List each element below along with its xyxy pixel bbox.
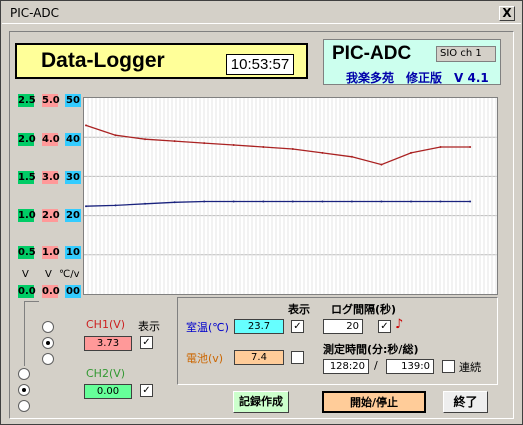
readings-show-label: 表示 [288,303,310,316]
series-point-2 [410,200,412,203]
logger-title: Data-Logger [41,49,165,72]
series-point-2 [232,200,235,203]
axis-zero-1: 0.0 [18,285,36,298]
series-point-1 [173,140,176,143]
series-point-2 [291,200,294,203]
start-stop-button[interactable]: 開始/停止 [322,391,426,413]
brand-panel: PIC-ADC SIO ch 1 我楽多苑 修正版 V 4.1 [323,39,501,85]
record-button[interactable]: 記録作成 [233,391,289,413]
series-point-1 [144,138,147,141]
ch1-radio-mid[interactable] [42,337,54,349]
ch2-label: CH2(V) [86,367,126,380]
axis-tick: 3.0 [42,171,60,184]
time-separator: / [374,359,378,372]
axis-tick: 50 [65,94,81,107]
axis-tick: 1.0 [42,246,60,259]
series-point-1 [439,146,442,148]
battery-label: 電池(v) [186,352,224,365]
axis-tick: 10 [65,246,81,259]
ch1-label: CH1(V) [86,318,126,331]
elapsed-time: 128:20 [323,359,369,374]
series-point-1 [232,144,235,146]
log-interval-label: ログ間隔(秒) [331,303,397,316]
title-bar[interactable]: PIC-ADC X [2,2,521,24]
clock-display: 10:53:57 [226,54,294,75]
log-interval-input[interactable]: 20 [323,319,363,334]
close-button[interactable]: X [499,6,515,21]
axis-tick: 0.5 [18,246,36,259]
note-icon: ♪ [395,317,404,332]
series-point-2 [144,202,147,205]
ch2-radio-mid[interactable] [18,384,30,396]
room-temp-value: 23.7 [234,319,284,334]
series-point-1 [350,155,353,158]
chart-area [83,97,498,295]
ch1-radio-top[interactable] [42,321,54,333]
series-point-2 [321,200,324,203]
series-point-2 [173,201,176,204]
ch2-show-checkbox[interactable]: ✓ [140,384,153,397]
log-interval-checkbox[interactable]: ✓ [378,320,391,333]
series-point-1 [291,148,294,150]
version-label: 我楽多苑 修正版 V 4.1 [346,71,489,85]
axis-zero-2: 0.0 [42,285,60,298]
ch1-show-checkbox[interactable]: ✓ [140,336,153,349]
brand-title: PIC-ADC [332,43,412,64]
ch1-value: 3.73 [84,336,132,351]
series-point-2 [350,200,353,203]
series-point-2 [85,205,87,208]
axis-tick: 2.0 [18,133,36,146]
axis-tick: 40 [65,133,81,146]
axis-unit-2: V [45,269,52,280]
sio-channel: SIO ch 1 [436,46,496,62]
series-point-2 [380,200,383,203]
series-point-1 [380,163,383,166]
series-point-1 [469,146,472,148]
axis-tick: 4.0 [42,133,60,146]
continuous-label: 連続 [459,361,481,374]
series-point-2 [439,200,442,203]
series-point-2 [469,200,472,203]
series-point-2 [262,200,265,203]
room-temp-label: 室温(℃) [186,321,229,334]
total-time-input[interactable]: 139:0 [386,359,434,374]
ch1-radio-bottom[interactable] [42,353,54,365]
axis-tick: 5.0 [42,94,60,107]
axis-unit-3: ℃/v [59,269,80,280]
channel-selector-outline [24,301,39,366]
axis-zero-3: 00 [65,285,81,298]
series-point-1 [203,142,206,145]
series-point-1 [262,146,265,148]
window-title: PIC-ADC [10,6,60,20]
axis-tick: 1.5 [18,171,36,184]
axis-tick: 30 [65,171,81,184]
ch2-radio-bottom[interactable] [18,400,30,412]
series-point-1 [410,151,412,154]
continuous-checkbox[interactable] [442,360,455,373]
axis-tick: 20 [65,209,81,222]
ch2-value: 0.00 [84,384,132,399]
series-point-2 [203,200,206,203]
ch2-radio-top[interactable] [18,368,30,380]
series-point-2 [114,204,117,207]
axis-tick: 1.0 [18,209,36,222]
series-point-1 [114,134,117,137]
end-button[interactable]: 終了 [443,391,488,413]
series-point-1 [85,124,87,127]
ch1-show-label: 表示 [138,320,160,333]
axis-tick: 2.0 [42,209,60,222]
battery-show-checkbox[interactable] [291,351,304,364]
axis-unit-1: V [22,269,29,280]
room-temp-show-checkbox[interactable]: ✓ [291,320,304,333]
axis-tick: 2.5 [18,94,36,107]
battery-value: 7.4 [234,350,284,365]
app-window: PIC-ADC X Data-Logger 10:53:57 PIC-ADC S… [0,0,523,425]
series-point-1 [321,151,324,154]
measure-time-label: 測定時間(分:秒/総) [323,343,419,356]
line-chart [84,98,497,294]
